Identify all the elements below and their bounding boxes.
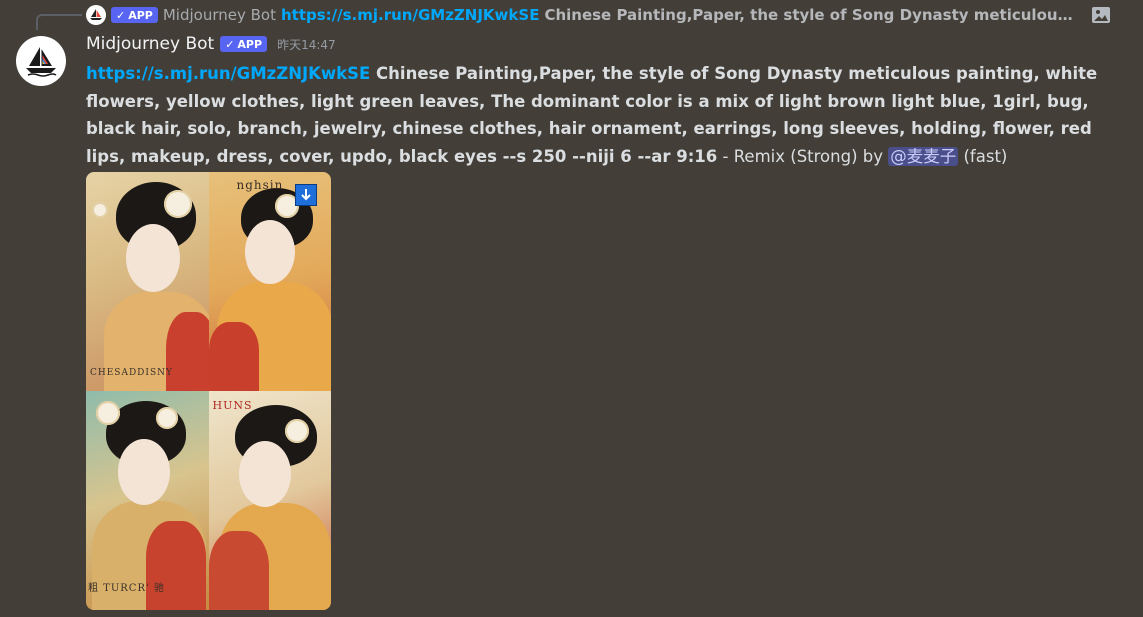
- message-container: ✓ APP Midjourney Bot https://s.mj.run/GM…: [0, 0, 1143, 617]
- figure-face: [238, 441, 291, 507]
- figure-face: [126, 224, 180, 292]
- figure-robe-accent: [146, 521, 206, 610]
- reply-app-badge: ✓ APP: [111, 7, 158, 23]
- tile-3-caption: 粗 TURCR' 驰: [88, 583, 165, 594]
- tile-1-caption: CHESADDISNY: [90, 368, 173, 378]
- app-badge: ✓ APP: [220, 36, 268, 52]
- meta-prefix: - Remix (Strong) by: [717, 146, 889, 166]
- timestamp[interactable]: 昨天14:47: [277, 36, 336, 53]
- user-mention[interactable]: @麦麦子: [888, 146, 959, 166]
- download-arrow-icon[interactable]: [295, 184, 317, 206]
- figure-robe-accent: [208, 322, 259, 391]
- tile-2-caption: nghsin: [236, 178, 284, 192]
- message-header: Midjourney Bot ✓ APP 昨天14:47: [86, 34, 336, 54]
- author-avatar[interactable]: [16, 36, 66, 86]
- figure-face: [244, 220, 295, 284]
- hair-flower: [96, 401, 120, 425]
- figure-robe-accent: [208, 531, 269, 610]
- reply-author[interactable]: Midjourney Bot: [163, 6, 276, 24]
- hair-flower: [164, 190, 192, 218]
- author-name[interactable]: Midjourney Bot: [86, 34, 214, 54]
- reply-link[interactable]: https://s.mj.run/GMzZNJKwkSE: [281, 6, 539, 24]
- tile-4-caption: HUNS: [212, 399, 253, 412]
- meta-suffix: (fast): [958, 146, 1008, 166]
- message-content: https://s.mj.run/GMzZNJKwkSE Chinese Pai…: [86, 60, 1126, 170]
- image-tile-4[interactable]: HUNS: [208, 391, 331, 610]
- image-tile-3[interactable]: 粗 TURCR' 驰: [86, 391, 209, 610]
- prompt-link[interactable]: https://s.mj.run/GMzZNJKwkSE: [86, 64, 370, 83]
- reply-spine: [36, 14, 82, 30]
- image-attachment[interactable]: CHESADDISNY nghsin 粗 TURCR' 驰 HUNS: [86, 172, 331, 610]
- sailboat-icon: [90, 9, 102, 20]
- hair-flower-2: [156, 407, 178, 429]
- hair-flower: [284, 419, 309, 443]
- reply-avatar[interactable]: [86, 5, 106, 25]
- figure-robe-accent: [166, 312, 209, 391]
- reply-text[interactable]: Chinese Painting,Paper, the style of Son…: [544, 6, 1080, 24]
- figure-face: [118, 439, 170, 505]
- reply-preview[interactable]: ✓ APP Midjourney Bot https://s.mj.run/GM…: [86, 4, 1111, 26]
- check-icon: ✓: [116, 8, 126, 22]
- check-icon: ✓: [225, 37, 235, 51]
- branch-flower: [92, 202, 108, 218]
- image-tile-1[interactable]: CHESADDISNY: [86, 172, 209, 391]
- image-icon[interactable]: [1091, 6, 1111, 24]
- sailboat-logo-icon: [26, 47, 57, 77]
